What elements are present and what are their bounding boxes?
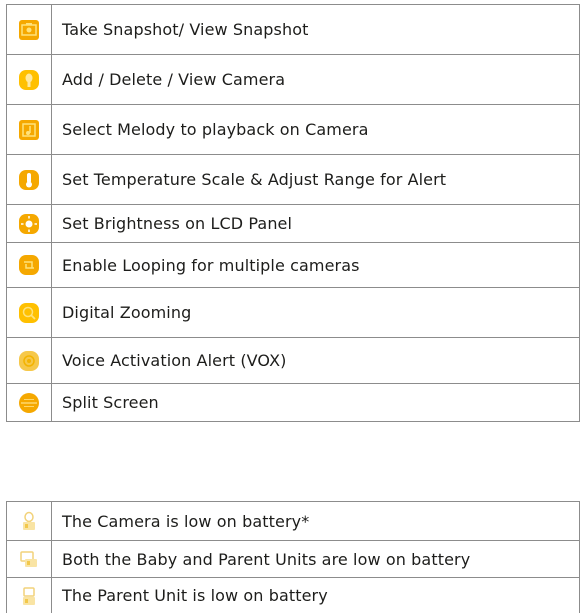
table-row: Set Temperature Scale & Adjust Range for… [6, 154, 580, 205]
brightness-icon [18, 213, 40, 235]
table-row: Select Melody to playback on Camera [6, 104, 580, 155]
icon-cell [6, 337, 52, 384]
table-row: Add / Delete / View Camera [6, 54, 580, 105]
icon-cell [6, 204, 52, 243]
table-row: The Parent Unit is low on battery [6, 577, 580, 613]
icon-cell [6, 287, 52, 338]
row-label: Enable Looping for multiple cameras [51, 242, 580, 288]
vox-icon [18, 350, 40, 372]
row-label: Select Melody to playback on Camera [51, 104, 580, 155]
table-row: Enable Looping for multiple cameras [6, 242, 580, 288]
temperature-icon [18, 169, 40, 191]
camera-battery-icon [18, 510, 40, 532]
row-label: The Parent Unit is low on battery [51, 577, 580, 613]
table-row: Digital Zooming [6, 287, 580, 338]
camera-icon [18, 69, 40, 91]
row-label: Set Temperature Scale & Adjust Range for… [51, 154, 580, 205]
row-label: Split Screen [51, 383, 580, 422]
table-row: Take Snapshot/ View Snapshot [6, 4, 580, 55]
table-row: The Camera is low on battery* [6, 501, 580, 541]
snapshot-icon [18, 19, 40, 41]
row-label: The Camera is low on battery* [51, 501, 580, 541]
both-units-battery-icon [18, 548, 40, 570]
battery-status-table: The Camera is low on battery* Both the B… [6, 501, 580, 613]
row-label: Add / Delete / View Camera [51, 54, 580, 105]
icon-cell [6, 4, 52, 55]
row-label: Set Brightness on LCD Panel [51, 204, 580, 243]
icon-cell [6, 501, 52, 541]
melody-icon [18, 119, 40, 141]
table-row: Voice Activation Alert (VOX) [6, 337, 580, 384]
icon-cell [6, 577, 52, 613]
row-label: Voice Activation Alert (VOX) [51, 337, 580, 384]
icon-cell [6, 383, 52, 422]
row-label: Take Snapshot/ View Snapshot [51, 4, 580, 55]
icon-cell [6, 54, 52, 105]
table-row: Set Brightness on LCD Panel [6, 204, 580, 243]
zoom-icon [18, 302, 40, 324]
icon-cell [6, 104, 52, 155]
icon-cell [6, 154, 52, 205]
function-icons-table: Take Snapshot/ View Snapshot Add / Delet… [6, 4, 580, 422]
parent-unit-battery-icon [18, 585, 40, 607]
table-row: Both the Baby and Parent Units are low o… [6, 540, 580, 578]
row-label: Both the Baby and Parent Units are low o… [51, 540, 580, 578]
looping-icon [18, 254, 40, 276]
split-screen-icon [18, 392, 40, 414]
icon-cell [6, 540, 52, 578]
table-row: Split Screen [6, 383, 580, 422]
row-label: Digital Zooming [51, 287, 580, 338]
icon-cell [6, 242, 52, 288]
